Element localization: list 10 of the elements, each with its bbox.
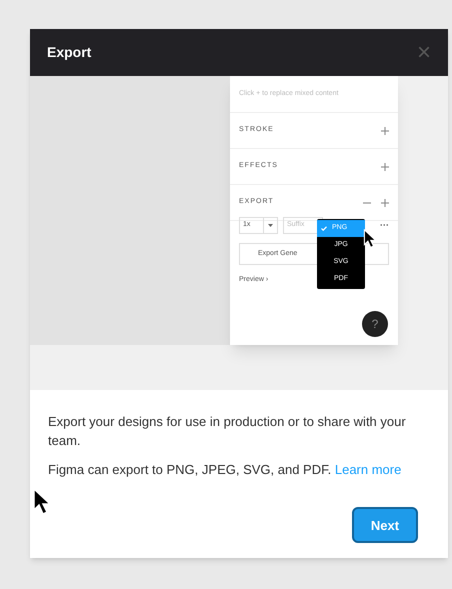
plus-icon[interactable] (381, 126, 389, 134)
description-text: Export your designs for use in production or to share with your team. (48, 413, 407, 450)
more-icon[interactable]: ··· (380, 218, 389, 232)
caret-icon (268, 224, 273, 227)
check-icon (321, 226, 327, 231)
dialog-title: Export (47, 43, 92, 62)
help-button[interactable]: ? (362, 311, 388, 337)
plus-icon[interactable] (381, 198, 389, 206)
plus-icon[interactable] (381, 162, 389, 170)
formats-text: Figma can export to PNG, JPEG, SVG, and PDF. Learn more (48, 461, 402, 479)
